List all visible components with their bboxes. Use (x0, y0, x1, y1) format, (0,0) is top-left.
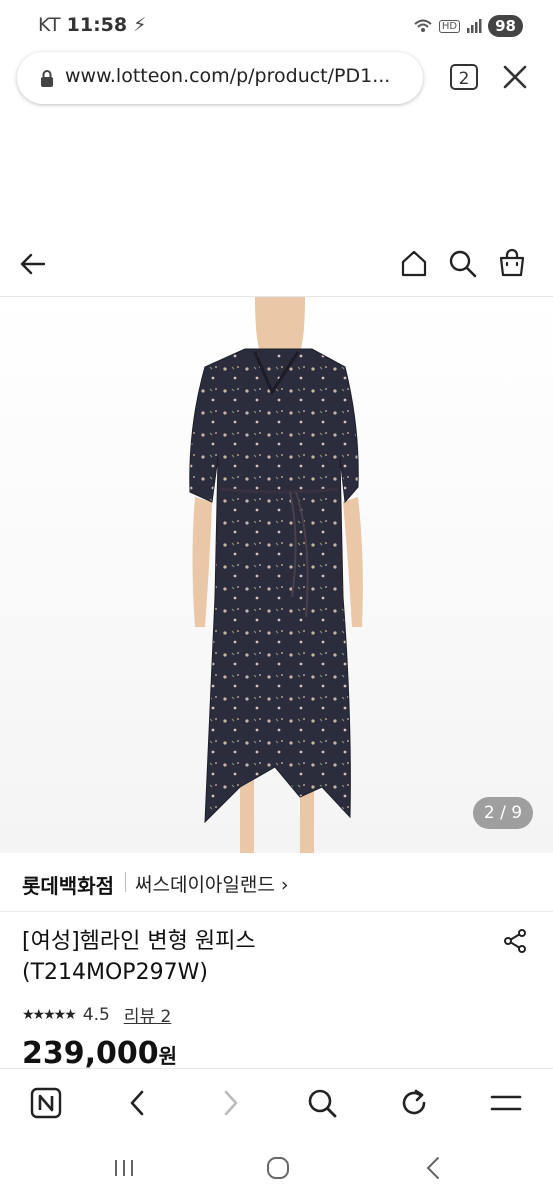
forward-icon[interactable] (214, 1087, 246, 1119)
brand-row: 롯데백화점 써스데이아일랜드 › (0, 853, 553, 912)
back-icon[interactable] (122, 1087, 154, 1119)
battery-level: 98 (488, 15, 523, 37)
naver-icon[interactable] (30, 1087, 62, 1119)
search-icon[interactable] (306, 1087, 338, 1119)
lock-icon (41, 70, 53, 87)
recent-apps-icon[interactable] (108, 1152, 140, 1184)
star-rating-icon: ★★★★★ (22, 1006, 77, 1023)
product-image[interactable] (0, 297, 553, 853)
status-left: KT 11:58 ⚡ (38, 14, 147, 36)
share-icon[interactable] (502, 928, 528, 954)
back-icon[interactable] (418, 1152, 450, 1184)
shopping-bag-icon[interactable] (496, 247, 528, 279)
divider (125, 872, 126, 892)
refresh-icon[interactable] (398, 1087, 430, 1119)
product-title-line1: [여성]헴라인 변형 원피스 (22, 929, 256, 954)
back-arrow-icon[interactable] (17, 248, 49, 280)
network-badge: HD (438, 19, 461, 33)
price: 239,000원 (22, 1036, 177, 1071)
image-counter: 2 / 9 (473, 797, 533, 829)
product-title-line2: (T214MOP297W) (22, 960, 208, 985)
site-header (0, 236, 553, 297)
currency: 원 (158, 1044, 178, 1068)
home-icon[interactable] (398, 248, 430, 280)
dress-photo (189, 297, 363, 853)
wifi-icon (414, 19, 432, 32)
browser-toolbar (0, 1068, 553, 1139)
tab-count-button[interactable]: 2 (450, 64, 478, 90)
url-text[interactable]: www.lotteon.com/p/product/PD1... (65, 65, 390, 87)
close-icon[interactable] (500, 62, 530, 92)
rating-row: ★★★★★ 4.5 리뷰 2 (22, 1002, 172, 1028)
store-name[interactable]: 롯데백화점 (22, 870, 114, 899)
address-bar[interactable]: www.lotteon.com/p/product/PD1... (17, 52, 423, 104)
menu-icon[interactable] (490, 1087, 522, 1119)
clock: 11:58 (66, 14, 128, 36)
brand-link[interactable]: 써스데이아일랜드 › (135, 870, 288, 897)
rating-value: 4.5 (82, 1004, 110, 1025)
review-link[interactable]: 리뷰 2 (124, 1002, 172, 1027)
search-icon[interactable] (447, 248, 479, 280)
product-title: [여성]헴라인 변형 원피스 (T214MOP297W) (22, 926, 482, 988)
price-value: 239,000 (22, 1036, 159, 1071)
system-nav-bar (0, 1138, 553, 1200)
signal-icon (467, 19, 482, 33)
charging-icon: ⚡ (133, 14, 147, 36)
status-right: HD 98 (413, 15, 523, 37)
home-icon[interactable] (262, 1152, 294, 1184)
status-bar: KT 11:58 ⚡ HD 98 (0, 0, 553, 52)
carrier: KT (38, 14, 61, 36)
